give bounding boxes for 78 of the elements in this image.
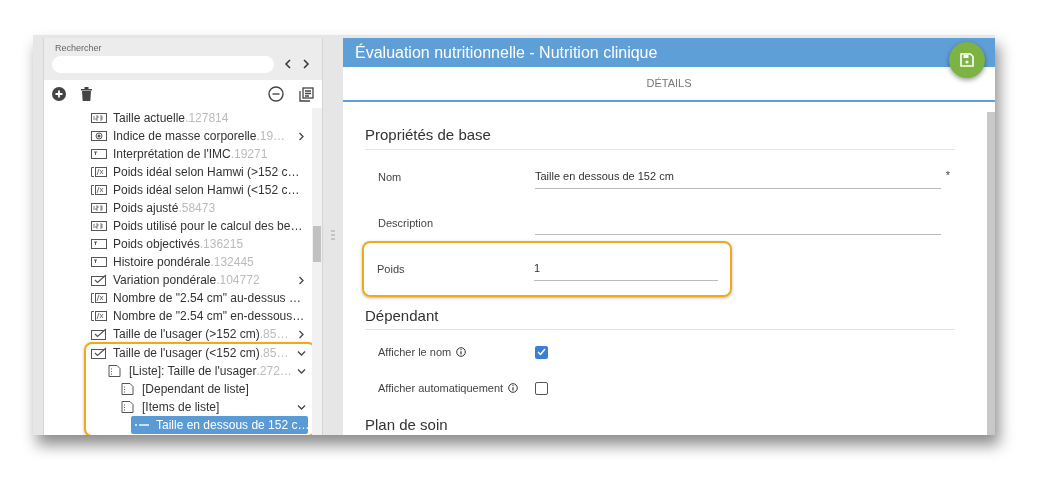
info-icon[interactable] [508, 383, 519, 393]
checkbox-icon [91, 274, 107, 286]
tree-item-label[interactable]: Poids utilisé pour le calcul des be… [113, 217, 303, 235]
item-code: .272… [256, 363, 292, 380]
chevron-down-icon[interactable] [297, 348, 306, 358]
collapse-icon[interactable] [268, 86, 284, 102]
chevron-right-icon[interactable] [302, 59, 310, 69]
field-label: Poids [377, 261, 406, 277]
formula-icon [91, 310, 107, 322]
item-code: .104772 [216, 272, 260, 289]
field-label: Nom [378, 169, 403, 185]
scrollbar-thumb[interactable] [313, 226, 321, 262]
add-icon[interactable] [52, 87, 66, 101]
tree-item-label[interactable]: Indice de masse corporelle [113, 127, 257, 145]
details-tab[interactable]: DÉTAILS [636, 67, 702, 100]
chevron-down-icon[interactable] [297, 402, 306, 412]
chevron-right-icon[interactable] [297, 329, 306, 339]
tree-item-label[interactable]: [Liste]: Taille de l'usager [129, 362, 257, 380]
item-code: .132445 [210, 254, 254, 271]
chevron-right-icon[interactable] [297, 131, 306, 141]
section-heading: Dépendant [365, 304, 955, 330]
item-code: .136215 [199, 236, 244, 253]
chevron-down-icon[interactable] [297, 366, 306, 376]
gauge-icon [91, 130, 107, 142]
text-field-icon [91, 148, 107, 160]
required-mark: * [944, 167, 952, 183]
info-icon[interactable] [456, 347, 467, 357]
number-field[interactable]: 1 [534, 258, 718, 281]
tree-item-label[interactable]: [Items de liste] [142, 398, 220, 416]
document-icon [107, 365, 123, 377]
tree-item-label[interactable]: Nombre de "2.54 cm" au-dessus … [113, 289, 301, 307]
number-field-icon [91, 112, 107, 124]
item-code: .19271 [230, 146, 268, 163]
item-code: .19… [256, 128, 286, 145]
formula-icon [91, 292, 107, 304]
field-label: Afficher automatiquement [378, 380, 504, 396]
panel-header: Évaluation nutritionnelle - Nutrition clinique [343, 38, 995, 67]
tree-item-label[interactable]: Taille actuelle [113, 109, 186, 127]
splitter-handle-icon[interactable] [331, 229, 335, 241]
field-label: Afficher le nom [378, 344, 452, 360]
checkbox-icon [91, 328, 107, 340]
checkbox[interactable] [535, 345, 548, 359]
checkbox-icon [91, 347, 107, 359]
search-label: Rechercher [54, 42, 103, 55]
tree-item-label[interactable]: Taille de l'usager (<152 cm) [113, 344, 260, 362]
document-icon [120, 401, 136, 413]
text-field-icon [91, 256, 107, 268]
tree-item-label[interactable]: Interprétation de l'IMC [113, 145, 231, 163]
text-field[interactable]: Taille en dessous de 152 cm [535, 166, 941, 189]
tree-item-label[interactable]: [Dependant de liste] [142, 380, 249, 398]
item-code: .85… [259, 345, 289, 362]
field-label: Description [378, 215, 435, 231]
trash-icon[interactable] [81, 87, 92, 101]
text-field-icon [91, 238, 107, 250]
formula-icon [91, 184, 107, 196]
document-icon [120, 383, 136, 395]
item-code: .127814 [185, 110, 229, 127]
tree-item-label[interactable]: Poids ajusté [113, 199, 179, 217]
save-icon [960, 53, 974, 67]
section-heading: Plan de soin [365, 414, 955, 435]
formula-icon [91, 166, 107, 178]
item-code: .58473 [178, 200, 216, 217]
tree-item-label[interactable]: Taille de l'usager (>152 cm) [113, 325, 260, 343]
chevron-right-icon[interactable] [297, 275, 306, 285]
section-heading: Propriétés de base [365, 124, 955, 150]
list-icon[interactable] [299, 86, 314, 102]
item-code: .85… [259, 326, 289, 343]
number-field-icon [91, 220, 107, 232]
checkbox[interactable] [535, 381, 548, 395]
tree-item-label[interactable]: Nombre de "2.54 cm" en-dessous… [113, 307, 305, 325]
chevron-left-icon[interactable] [284, 59, 292, 69]
number-field-icon [91, 202, 107, 214]
tree-item-label[interactable]: Poids idéal selon Hamwi (>152 c… [113, 163, 300, 181]
tree-item-label[interactable]: Variation pondérale [113, 271, 217, 289]
save-button[interactable] [949, 42, 985, 78]
tree-item-label[interactable]: Histoire pondérale [113, 253, 211, 271]
tree-item-label[interactable]: Poids idéal selon Hamwi (<152 c… [113, 181, 300, 199]
tree-item-label[interactable]: Poids objectivés [113, 235, 200, 253]
